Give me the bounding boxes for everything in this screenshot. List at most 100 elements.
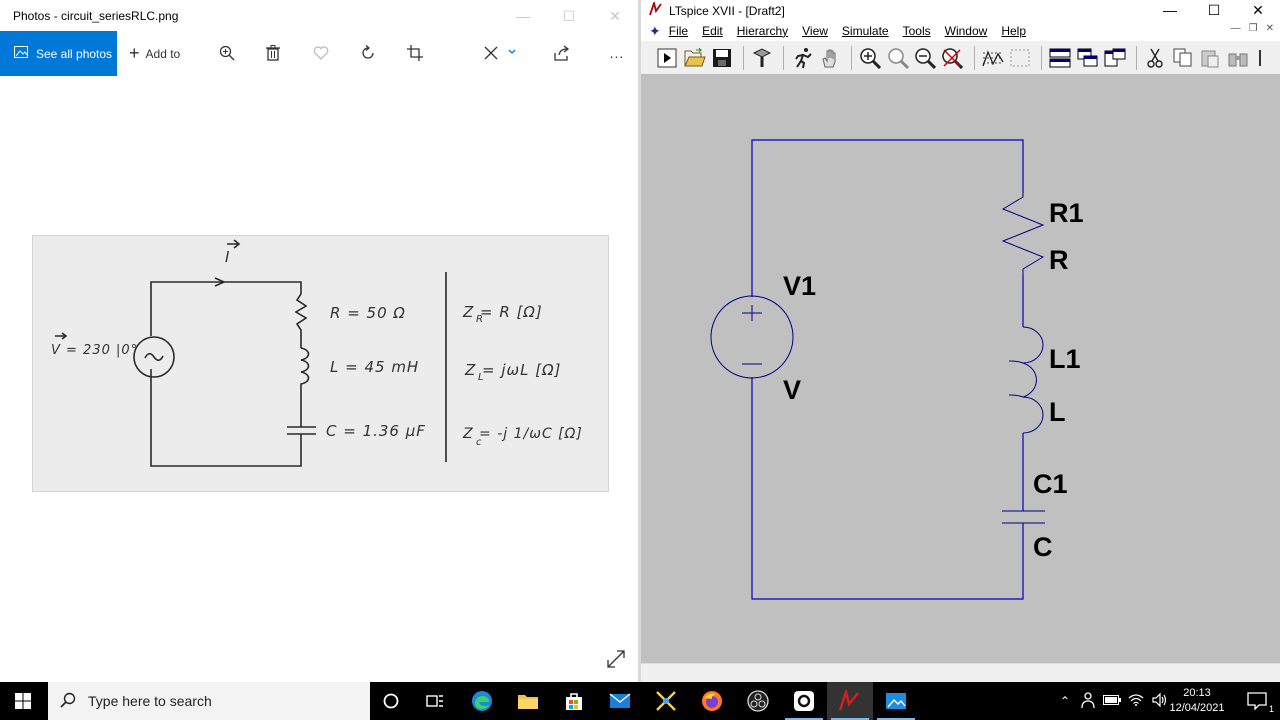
camera-app-icon[interactable]	[781, 682, 827, 720]
menu-view[interactable]: View	[802, 24, 828, 38]
clock-date: 12/04/2021	[1169, 702, 1225, 714]
zr-equation: Z = R [Ω]	[463, 303, 543, 321]
mdi-minimize-button[interactable]: —	[1231, 23, 1241, 34]
user-icon[interactable]	[1076, 691, 1100, 711]
photos-window-controls: — ☐ ✕	[500, 8, 638, 25]
photos-taskbar-icon[interactable]	[873, 682, 919, 720]
menu-tools[interactable]: Tools	[903, 24, 931, 38]
copy-icon[interactable]	[1171, 45, 1195, 71]
pan-hand-icon[interactable]	[818, 45, 842, 71]
heart-icon[interactable]	[310, 42, 332, 64]
find-icon[interactable]	[1225, 45, 1249, 71]
task-view-icon[interactable]	[412, 682, 458, 720]
mdi-close-button[interactable]: ✕	[1266, 23, 1274, 34]
tile-horizontal-icon[interactable]	[1048, 45, 1072, 71]
inductor-value-label[interactable]: L	[1049, 397, 1066, 428]
store-icon[interactable]	[551, 682, 597, 720]
menu-edit[interactable]: Edit	[702, 24, 723, 38]
cortana-icon[interactable]	[368, 682, 414, 720]
taskbar: Type here to search ⌃ 20:13 12/04/2021 1	[0, 682, 1280, 720]
menu-window[interactable]: Window	[945, 24, 988, 38]
horizontal-scrollbar[interactable]	[641, 663, 1280, 682]
autorange-icon[interactable]	[1008, 45, 1032, 71]
battery-icon[interactable]	[1100, 694, 1124, 708]
minimize-button[interactable]: —	[500, 8, 546, 25]
menu-hierarchy[interactable]: Hierarchy	[737, 24, 788, 38]
source-value-label[interactable]: V	[783, 375, 801, 406]
minimize-button[interactable]: —	[1148, 2, 1192, 19]
edge-browser-icon[interactable]	[459, 682, 505, 720]
obs-icon[interactable]	[735, 682, 781, 720]
notification-center-icon[interactable]: 1	[1234, 682, 1280, 720]
capacitor-value-label[interactable]: C	[1033, 532, 1053, 563]
edit-create-icon[interactable]	[480, 42, 520, 64]
ltspice-toolbar	[641, 41, 1280, 75]
run-icon[interactable]	[655, 45, 679, 71]
inductor-name-label[interactable]: L1	[1049, 344, 1081, 375]
open-folder-icon[interactable]	[682, 45, 706, 71]
see-all-photos-label: See all photos	[36, 46, 113, 61]
zc-subscript: c	[476, 437, 483, 448]
expand-icon[interactable]	[605, 648, 627, 673]
start-button[interactable]	[0, 682, 46, 720]
toolbar-separator	[743, 45, 745, 70]
plus-icon: +	[129, 43, 140, 63]
circuit-photo: I V = 230 |0° R = 50 Ω L = 45 mH C = 1.3…	[32, 235, 609, 492]
mdi-controls: — ❐ ✕	[1231, 23, 1274, 34]
toolbar-separator	[783, 45, 785, 70]
clock-time: 20:13	[1183, 687, 1211, 699]
capacitor-value-label: C = 1.36 µF	[326, 422, 426, 440]
inductor-value-label: L = 45 mH	[330, 358, 420, 376]
waveform-grid-icon[interactable]	[981, 45, 1005, 71]
ltspice-logo-icon	[649, 0, 663, 19]
photos-titlebar: Photos - circuit_seriesRLC.png — ☐ ✕	[0, 0, 638, 32]
more-options-icon[interactable]: ...	[606, 42, 628, 64]
wifi-icon[interactable]	[1124, 693, 1148, 709]
mdi-restore-button[interactable]: ❐	[1249, 23, 1258, 34]
menu-file[interactable]: File	[669, 24, 688, 38]
resistor-value-label: R = 50 Ω	[330, 304, 406, 322]
save-icon[interactable]	[710, 45, 734, 71]
close-button[interactable]: ✕	[592, 8, 638, 25]
capacitor-name-label[interactable]: C1	[1033, 469, 1068, 500]
maximize-button[interactable]: ☐	[1192, 2, 1236, 19]
crop-icon[interactable]	[404, 42, 426, 64]
delete-icon[interactable]	[262, 42, 284, 64]
mail-icon[interactable]	[597, 682, 643, 720]
firefox-icon[interactable]	[689, 682, 735, 720]
taskbar-search-box[interactable]: Type here to search	[48, 682, 370, 720]
zoom-fit-icon[interactable]	[885, 45, 909, 71]
see-all-photos-button[interactable]: See all photos	[0, 31, 117, 76]
ltspice-window-title: LTspice XVII - [Draft2]	[669, 3, 785, 18]
share-icon[interactable]	[551, 42, 573, 64]
zoom-icon[interactable]	[216, 42, 238, 64]
schematic-doc-icon: ✦	[649, 22, 661, 39]
menu-simulate[interactable]: Simulate	[842, 24, 889, 38]
chevron-up-icon[interactable]: ⌃	[1054, 694, 1076, 708]
run-man-icon[interactable]	[790, 45, 814, 71]
file-explorer-icon[interactable]	[505, 682, 551, 720]
close-button[interactable]: ✕	[1236, 2, 1280, 19]
maximize-button[interactable]: ☐	[546, 8, 592, 25]
rotate-icon[interactable]	[357, 42, 379, 64]
paste-icon[interactable]	[1198, 45, 1222, 71]
more-toolbar-icon[interactable]	[1253, 45, 1277, 71]
add-to-button[interactable]: + Add to	[129, 43, 180, 64]
ltspice-taskbar-icon[interactable]	[827, 682, 873, 720]
schematic-canvas[interactable]: V1 V R1 R L1 L C1 C	[641, 75, 1280, 663]
cascade-icon[interactable]	[1076, 45, 1100, 71]
cut-icon[interactable]	[1143, 45, 1167, 71]
resistor-value-label[interactable]: R	[1049, 245, 1069, 276]
control-panel-icon[interactable]	[750, 45, 774, 71]
menu-help[interactable]: Help	[1001, 24, 1026, 38]
zoom-cancel-icon[interactable]	[940, 45, 964, 71]
tile-vertical-icon[interactable]	[1103, 45, 1127, 71]
photos-window: Photos - circuit_seriesRLC.png — ☐ ✕ See…	[0, 0, 638, 682]
add-to-label: Add to	[145, 46, 181, 61]
photoshop-tools-icon[interactable]	[643, 682, 689, 720]
taskbar-clock[interactable]: 20:13 12/04/2021	[1168, 686, 1226, 716]
zoom-out-icon[interactable]	[913, 45, 937, 71]
zoom-in-icon[interactable]	[858, 45, 882, 71]
source-name-label[interactable]: V1	[783, 271, 816, 302]
resistor-name-label[interactable]: R1	[1049, 198, 1084, 229]
